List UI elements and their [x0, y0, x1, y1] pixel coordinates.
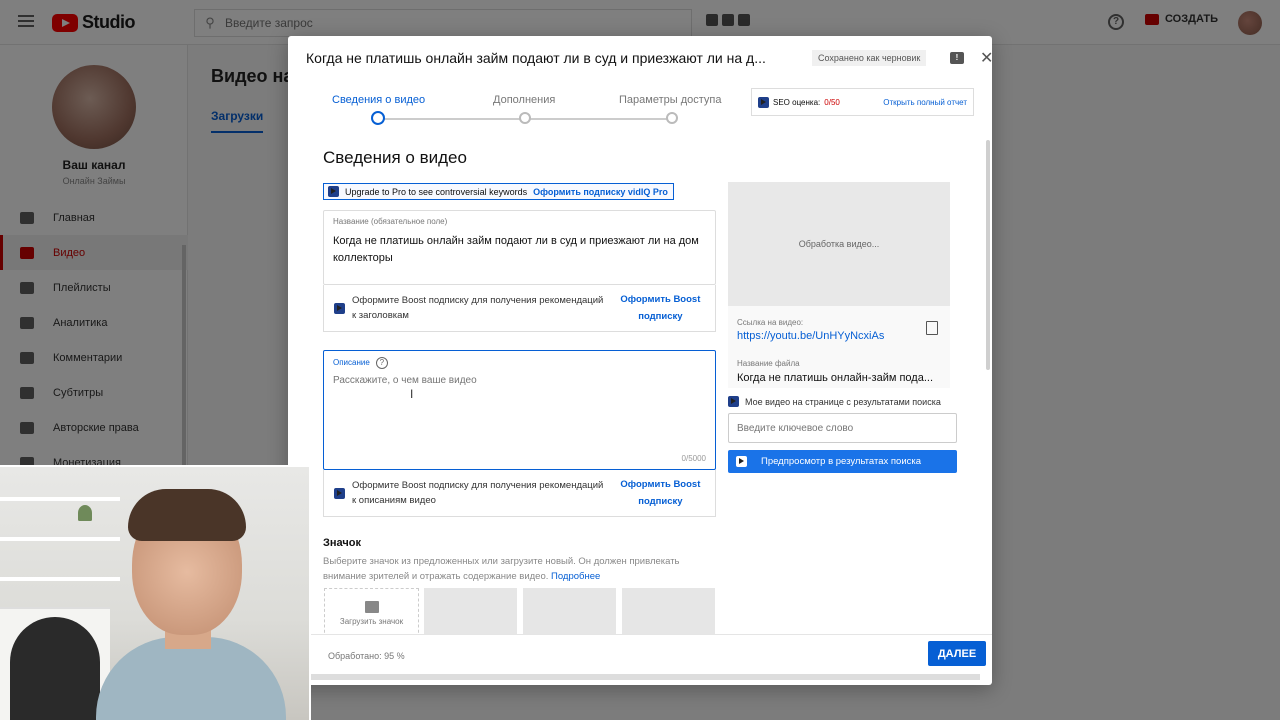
seo-score-box: SEO оценка: 0/50 Открыть полный отчет	[751, 88, 974, 116]
video-preview-panel: Обработка видео... Ссылка на видео: http…	[728, 182, 950, 388]
person-body	[96, 637, 286, 720]
step-dot-visibility[interactable]	[666, 112, 678, 124]
search-preview-text: Мое видео на странице с результатами пои…	[745, 396, 941, 407]
upload-dialog: Когда не платишь онлайн займ подают ли в…	[288, 36, 993, 685]
section-title: Сведения о видео	[323, 148, 467, 167]
vidiq-icon	[328, 186, 339, 197]
text-cursor-icon: I	[410, 387, 414, 401]
step-details[interactable]: Сведения о видео	[332, 94, 425, 106]
upgrade-banner: Upgrade to Pro to see controversial keyw…	[323, 183, 674, 200]
step-visibility[interactable]: Параметры доступа	[619, 94, 721, 106]
vidiq-icon	[736, 456, 747, 467]
dialog-scrollbar[interactable]	[986, 140, 990, 370]
upgrade-text: Upgrade to Pro to see controversial keyw…	[345, 186, 528, 197]
close-icon[interactable]: ✕	[980, 48, 993, 68]
dialog-bottom-strip	[310, 674, 980, 680]
thumbnail-title: Значок	[323, 537, 361, 549]
boost-description-row: Оформите Boost подписку для получения ре…	[323, 470, 716, 517]
thumbnail-option[interactable]	[523, 588, 616, 634]
step-dot-extras[interactable]	[519, 112, 531, 124]
plant	[78, 505, 92, 521]
upload-thumbnail-label: Загрузить значок	[339, 616, 404, 626]
draft-status-badge: Сохранено как черновик	[812, 50, 927, 66]
title-field[interactable]: Название (обязательное поле) Когда не пл…	[323, 210, 716, 285]
title-field-value[interactable]: Когда не платишь онлайн займ подают ли в…	[333, 233, 713, 267]
search-preview-label: Мое видео на странице с результатами пои…	[728, 396, 941, 407]
search-preview-button-label: Предпросмотр в результатах поиска	[761, 456, 922, 467]
help-icon[interactable]: ?	[375, 357, 388, 369]
dialog-title: Когда не платишь онлайн займ подают ли в…	[306, 50, 766, 66]
boost-description-text: Оформите Boost подписку для получения ре…	[352, 480, 604, 506]
webcam-overlay	[0, 465, 311, 720]
dialog-footer: Обработано: 95 % ДАЛЕЕ	[288, 634, 992, 674]
thumbnail-option[interactable]	[622, 588, 715, 634]
video-link-label: Ссылка на видео:	[737, 318, 804, 327]
copy-icon[interactable]	[926, 321, 938, 335]
vidiq-icon	[728, 396, 739, 407]
processing-status: Обработано: 95 %	[328, 651, 405, 661]
upload-stepper: Сведения о видео Дополнения Параметры до…	[306, 92, 726, 132]
seo-label: SEO оценка:	[773, 97, 821, 107]
title-field-label: Название (обязательное поле)	[333, 217, 448, 226]
open-report-link[interactable]: Открыть полный отчет	[883, 98, 967, 107]
video-link[interactable]: https://youtu.be/UnHYyNcxiAs	[737, 330, 884, 342]
search-preview-button[interactable]: Предпросмотр в результатах поиска	[728, 450, 957, 473]
boost-title-row: Оформите Boost подписку для получения ре…	[323, 285, 716, 332]
seo-score: 0/50	[824, 97, 840, 107]
char-count: 0/5000	[681, 454, 706, 463]
dialog-content[interactable]: Сведения о видео Upgrade to Pro to see c…	[288, 136, 992, 634]
file-name-label: Название файла	[737, 359, 800, 368]
upload-thumbnail-button[interactable]: Загрузить значок	[324, 588, 419, 634]
thumbnail-description: Выберите значок из предложенных или загр…	[323, 556, 680, 582]
boost-title-link[interactable]: Оформить Boost подписку	[616, 291, 705, 325]
boost-description-link[interactable]: Оформить Boost подписку	[616, 476, 705, 510]
shelf	[0, 537, 120, 541]
description-input[interactable]	[333, 375, 703, 386]
keyword-input[interactable]	[728, 413, 957, 443]
add-image-icon	[364, 600, 379, 613]
step-dot-details[interactable]	[371, 111, 385, 125]
person-hair	[128, 489, 246, 541]
file-name: Когда не платишь онлайн-займ пода...	[737, 372, 934, 384]
feedback-icon[interactable]: !	[950, 52, 964, 64]
video-preview: Обработка видео...	[728, 182, 950, 306]
boost-title-text: Оформите Boost подписку для получения ре…	[352, 295, 604, 321]
vidiq-icon	[758, 96, 769, 108]
upgrade-link[interactable]: Оформить подписку vidIQ Pro	[533, 187, 668, 197]
shelf	[0, 577, 120, 581]
next-button[interactable]: ДАЛЕЕ	[928, 641, 986, 666]
shelf	[0, 497, 120, 501]
thumbnail-option[interactable]	[424, 588, 517, 634]
vidiq-icon	[334, 302, 345, 314]
learn-more-link[interactable]: Подробнее	[551, 571, 600, 582]
description-field-label: Описание?	[333, 357, 388, 369]
vidiq-icon	[334, 487, 345, 499]
step-extras[interactable]: Дополнения	[493, 94, 555, 106]
chair	[10, 617, 100, 720]
description-field[interactable]: Описание? I 0/5000	[323, 350, 716, 470]
